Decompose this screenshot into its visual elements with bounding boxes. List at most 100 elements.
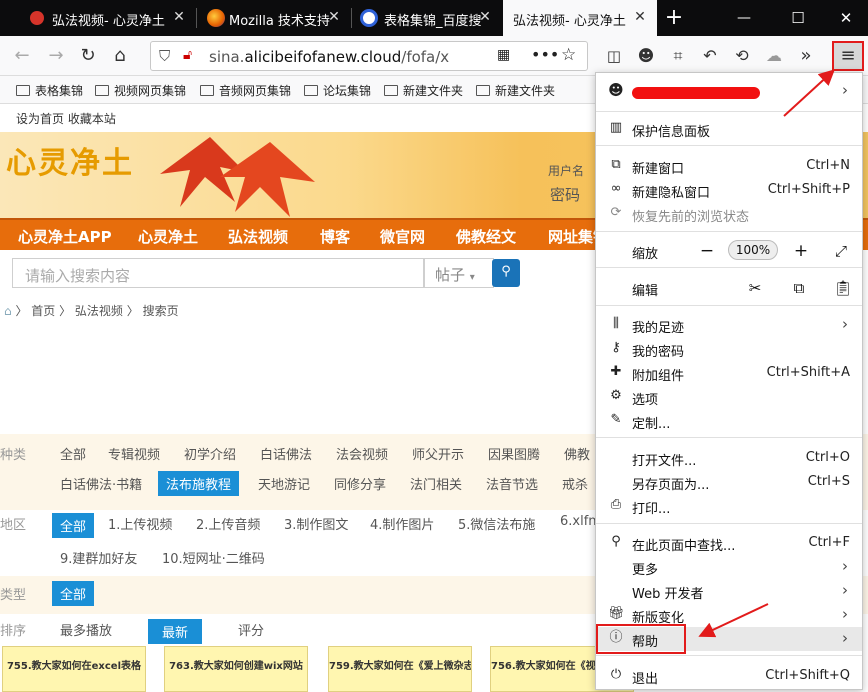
bookmark-folder[interactable]: 音频网页集锦 — [200, 82, 291, 99]
filter-option[interactable]: 6.xlfn — [560, 514, 597, 529]
undo-icon[interactable]: ↶ — [696, 42, 724, 70]
close-tab-icon[interactable]: ✕ — [325, 8, 343, 26]
menu-item-library[interactable]: ⫼ 我的足迹 › — [596, 313, 862, 337]
account-icon[interactable]: ☻ — [632, 42, 660, 70]
sync-icon[interactable]: ⟲ — [728, 42, 756, 70]
sidebar-icon[interactable]: ◫ — [600, 42, 628, 70]
menu-item-more[interactable]: 更多 › — [596, 555, 862, 579]
forward-button[interactable]: → — [42, 42, 70, 70]
sort-option-selected[interactable]: 最新 — [148, 619, 203, 644]
tab-2[interactable]: Mozilla 技术支持 ✕ — [197, 0, 351, 36]
menu-item-addons[interactable]: ✚ 附加组件 Ctrl+Shift+A — [596, 361, 862, 385]
fullscreen-icon[interactable]: ⤢ — [830, 241, 852, 261]
bookmark-star-icon[interactable]: ☆ — [561, 45, 576, 65]
menu-item-customize[interactable]: ✎ 定制... — [596, 409, 862, 433]
bookmark-folder[interactable]: 新建文件夹 — [476, 82, 555, 99]
extension-icon[interactable]: ☁ — [760, 42, 788, 70]
page-actions-icon[interactable]: ••• — [531, 45, 559, 64]
top-links[interactable]: 设为首页 收藏本站 — [16, 110, 116, 127]
insecure-lock-icon[interactable]: 🔓︎ — [183, 47, 192, 63]
maximize-button[interactable]: ☐ — [784, 4, 812, 32]
filter-option[interactable]: 全部 — [60, 444, 86, 463]
tab-3[interactable]: 表格集锦_百度搜 ✕ — [352, 0, 502, 36]
filter-option-selected[interactable]: 全部 — [52, 581, 95, 606]
site-nav-item[interactable]: 佛教经文 — [456, 226, 516, 247]
cut-icon[interactable]: ✂ — [744, 278, 766, 298]
filter-option[interactable]: 法门相关 — [410, 474, 462, 493]
filter-option[interactable]: 3.制作图文 — [284, 514, 348, 533]
filter-option[interactable]: 白话佛法·书籍 — [60, 474, 142, 493]
site-nav-item[interactable]: 心灵净土APP — [18, 226, 112, 247]
filter-option[interactable]: 2.上传音频 — [196, 514, 260, 533]
search-type-select[interactable]: 帖子 ▾ — [424, 258, 494, 288]
menu-item-restore-session[interactable]: ⟳ 恢复先前的浏览状态 — [596, 202, 862, 226]
reload-button[interactable]: ↻ — [74, 42, 102, 70]
bookmark-folder[interactable]: 论坛集锦 — [304, 82, 371, 99]
filter-option[interactable]: 法会视频 — [336, 444, 388, 463]
shield-icon[interactable]: ⛉ — [159, 47, 170, 65]
site-nav-item[interactable]: 心灵净土 — [138, 226, 198, 247]
filter-option[interactable]: 初学介绍 — [184, 444, 236, 463]
paste-icon[interactable]: 📋︎ — [832, 278, 854, 298]
filter-option[interactable]: 专辑视频 — [108, 444, 160, 463]
filter-option[interactable]: 佛教 — [564, 444, 590, 463]
menu-item-new-window[interactable]: ⧉ 新建窗口 Ctrl+N — [596, 154, 862, 178]
filter-option-selected[interactable]: 全部 — [52, 513, 95, 538]
home-icon[interactable]: ⌂ — [4, 304, 12, 318]
search-icon[interactable]: ⚲ — [492, 259, 520, 287]
filter-option[interactable]: 9.建群加好友 — [60, 548, 137, 567]
minimize-button[interactable]: — — [730, 4, 758, 32]
overflow-chevron-icon[interactable]: » — [792, 42, 820, 70]
filter-option[interactable]: 师父开示 — [412, 444, 464, 463]
site-logo[interactable]: 心灵净土 — [6, 138, 134, 182]
bookmark-folder[interactable]: 表格集锦 — [16, 82, 83, 99]
close-tab-icon[interactable]: ✕ — [476, 8, 494, 26]
site-nav-item[interactable]: 博客 — [320, 226, 350, 247]
menu-item-open-file[interactable]: 打开文件... Ctrl+O — [596, 446, 862, 470]
tab-4-active[interactable]: 弘法视频- 心灵净土 ✕ — [503, 0, 657, 36]
video-thumbnail[interactable]: 755.教大家如何在excel表格 — [2, 646, 146, 692]
filter-option[interactable]: 因果图腾 — [488, 444, 540, 463]
video-thumbnail[interactable]: 759.教大家如何在《爱上微杂志》的网页 — [328, 646, 472, 692]
bookmark-folder[interactable]: 视频网页集锦 — [95, 82, 186, 99]
filter-option[interactable]: 10.短网址·二维码 — [162, 548, 265, 567]
menu-item-protections[interactable]: ▥ 保护信息面板 — [596, 117, 862, 141]
menu-item-print[interactable]: ⎙ 打印... — [596, 494, 862, 518]
bookmark-folder[interactable]: 新建文件夹 — [384, 82, 463, 99]
filter-option[interactable]: 戒杀 — [562, 474, 588, 493]
site-nav-item[interactable]: 微官网 — [380, 226, 425, 247]
zoom-reset-button[interactable]: 100% — [728, 240, 778, 260]
site-nav-item[interactable]: 弘法视频 — [228, 226, 288, 247]
sort-option[interactable]: 最多播放 — [60, 620, 112, 639]
zoom-out-button[interactable]: − — [696, 241, 718, 261]
tab-1[interactable]: 弘法视频- 心灵净土 ✕ — [0, 0, 196, 36]
menu-account[interactable]: ☻ › — [596, 79, 862, 105]
menu-item-private-window[interactable]: ∞ 新建隐私窗口 Ctrl+Shift+P — [596, 178, 862, 202]
menu-item-find[interactable]: ⚲ 在此页面中查找... Ctrl+F — [596, 531, 862, 555]
close-tab-icon[interactable]: ✕ — [631, 8, 649, 26]
filter-option[interactable]: 同修分享 — [334, 474, 386, 493]
qr-code-icon[interactable]: ▦ — [497, 47, 510, 63]
filter-option[interactable]: 5.微信法布施 — [458, 514, 535, 533]
close-tab-icon[interactable]: ✕ — [170, 8, 188, 26]
filter-option-selected[interactable]: 法布施教程 — [158, 471, 240, 496]
breadcrumb-item[interactable]: 首页 — [31, 304, 55, 318]
menu-item-passwords[interactable]: ⚷ 我的密码 — [596, 337, 862, 361]
back-button[interactable]: ← — [8, 42, 36, 70]
filter-option[interactable]: 法音节选 — [486, 474, 538, 493]
close-window-button[interactable]: ✕ — [832, 4, 860, 32]
url-bar[interactable]: ⛉ 🔓︎ sina.alicibeifofanew.cloud/fofa/xlj… — [150, 41, 588, 71]
video-thumbnail[interactable]: 763.教大家如何创建wix网站 — [164, 646, 308, 692]
menu-item-save-page[interactable]: 另存页面为... Ctrl+S — [596, 470, 862, 494]
filter-option[interactable]: 1.上传视频 — [108, 514, 172, 533]
breadcrumb-item[interactable]: 弘法视频 — [75, 304, 123, 318]
copy-icon[interactable]: ⧉ — [788, 278, 810, 298]
new-tab-button[interactable]: + — [660, 4, 688, 32]
filter-option[interactable]: 白话佛法 — [260, 444, 312, 463]
zoom-in-button[interactable]: + — [790, 241, 812, 261]
home-button[interactable]: ⌂ — [106, 42, 134, 70]
menu-item-web-developer[interactable]: Web 开发者 › — [596, 579, 862, 603]
sort-option[interactable]: 评分 — [238, 620, 264, 639]
menu-item-options[interactable]: ⚙ 选项 — [596, 385, 862, 409]
url-text[interactable]: sina.alicibeifofanew.cloud/fofa/xljt/plu… — [209, 48, 449, 66]
